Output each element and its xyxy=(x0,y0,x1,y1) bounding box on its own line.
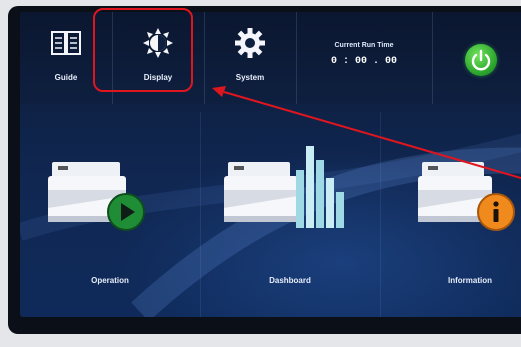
play-icon xyxy=(107,193,145,231)
display-highlight-box xyxy=(93,8,193,92)
gear-icon xyxy=(235,28,265,58)
run-time-title: Current Run Time xyxy=(334,42,394,49)
run-time-panel: Current Run Time 0 : 00 . 00 xyxy=(296,12,433,104)
power-icon xyxy=(471,49,491,71)
information-tile[interactable]: Information xyxy=(380,120,521,317)
dashboard-tile[interactable]: Dashboard xyxy=(200,120,380,317)
operation-tile[interactable]: Operation xyxy=(20,120,200,317)
bar-chart-icon xyxy=(296,146,344,228)
information-label: Information xyxy=(448,276,492,285)
run-time-value: 0 : 00 . 00 xyxy=(330,56,397,67)
system-button[interactable]: System xyxy=(204,12,297,104)
instrument-icon xyxy=(418,162,492,222)
info-icon xyxy=(477,193,515,231)
operation-label: Operation xyxy=(91,276,129,285)
dashboard-label: Dashboard xyxy=(269,276,311,285)
instrument-icon xyxy=(48,162,126,222)
instrument-icon xyxy=(224,162,298,222)
power-button[interactable] xyxy=(465,44,497,76)
photo-background: Guide Display System Current Run Time 0 … xyxy=(0,0,521,347)
system-label: System xyxy=(235,73,265,82)
book-icon xyxy=(51,31,81,55)
